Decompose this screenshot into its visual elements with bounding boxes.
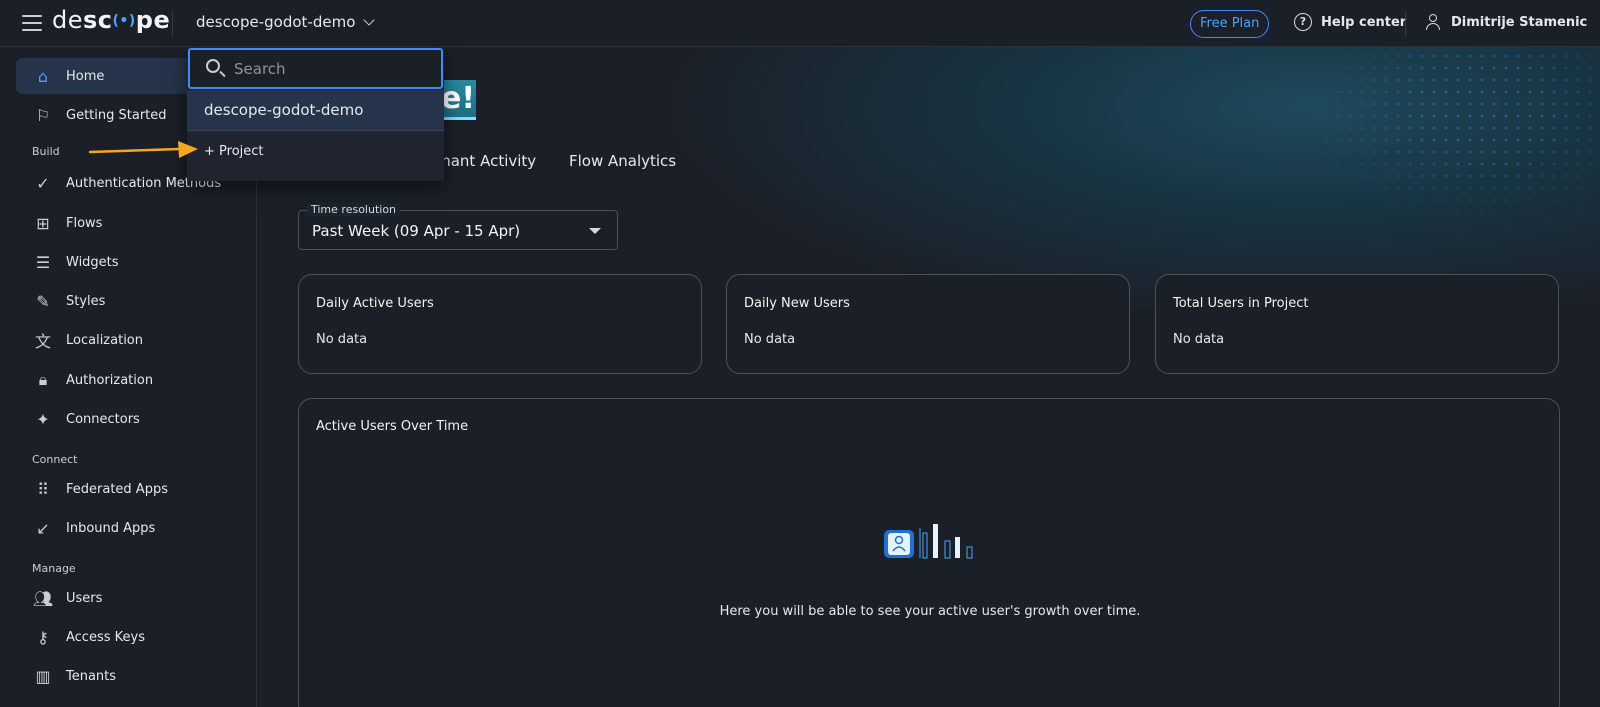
inbound-arrow-icon: ↙ [36,518,50,538]
card-title: Daily New Users [744,296,850,311]
flag-icon: ⚐ [35,105,51,125]
sidebar-item-label: Inbound Apps [66,520,156,536]
card-value: No data [1173,332,1225,347]
stat-card-daily-new-users: Daily New Users No data [726,274,1130,374]
brush-icon: ✎ [36,291,50,311]
divider [1405,11,1406,37]
sidebar-item-inbound-apps[interactable]: ↙ Inbound Apps [16,510,244,546]
sidebar-item-federated-apps[interactable]: ⠿ Federated Apps [16,471,244,507]
sidebar-item-label: Getting Started [66,107,167,123]
welcome-heading: e! [440,80,476,120]
project-dropdown: descope-godot-demo + Project [187,47,444,181]
sidebar-item-label: Flows [66,215,103,231]
user-check-icon: ✓ [36,173,50,193]
sidebar-item-label: Widgets [66,254,119,270]
user-menu[interactable]: Dimitrije Stamenic [1425,14,1587,30]
empty-state-text: Here you will be able to see your active… [719,604,1141,619]
sidebar-item-label: Tenants [66,668,117,684]
home-icon: ⌂ [37,66,49,86]
empty-chart-icon [884,524,973,559]
sidebar-item-users[interactable]: 👥︎ Users [16,580,244,616]
card-value: No data [316,332,368,347]
annotation-arrow-icon [88,141,198,158]
widgets-icon: ☰ [35,252,51,272]
key-icon: ⚷ [37,627,49,647]
sidebar-item-label: Users [66,590,103,606]
time-resolution-label: Time resolution [307,203,401,216]
descope-logo[interactable]: desc(•)pe [52,6,170,34]
top-bar: desc(•)pe descope-godot-demo Free Plan ?… [0,0,1600,47]
project-option[interactable]: descope-godot-demo [187,90,444,131]
card-value: No data [744,332,796,347]
sidebar-item-label: Home [66,68,105,84]
sidebar-item-label: Connectors [66,411,140,427]
sidebar-item-label: Federated Apps [66,481,168,497]
project-search-input[interactable] [234,58,424,80]
card-title: Total Users in Project [1173,296,1309,311]
section-label-connect: Connect [32,453,78,466]
lock-icon: 🔒︎ [38,370,48,389]
tab-flow-analytics[interactable]: Flow Analytics [569,152,676,170]
menu-icon[interactable] [22,15,42,31]
stat-card-daily-active-users: Daily Active Users No data [298,274,702,374]
help-center-link[interactable]: ? Help center [1294,13,1406,31]
user-icon [1425,14,1441,30]
help-center-label: Help center [1321,14,1407,30]
tab-tenant-activity[interactable]: enant Activity [432,152,536,170]
sidebar-item-access-keys[interactable]: ⚷ Access Keys [16,619,244,655]
project-search-box [188,48,443,89]
project-selector[interactable]: descope-godot-demo [196,13,376,31]
apps-grid-icon: ⠿ [37,479,49,499]
free-plan-button[interactable]: Free Plan [1190,10,1270,38]
card-title: Active Users Over Time [316,419,469,434]
sidebar-item-styles[interactable]: ✎ Styles [16,283,244,319]
add-project-button[interactable]: + Project [204,144,264,159]
sidebar-item-label: Authorization [66,372,154,388]
help-icon: ? [1294,13,1312,31]
search-icon [206,59,220,73]
puzzle-icon: ✦ [36,409,50,429]
sidebar-item-tenants[interactable]: ▥ Tenants [16,658,244,694]
caret-down-icon [589,228,601,234]
translate-icon: 文 [34,332,51,351]
sidebar-item-label: Access Keys [66,629,145,645]
section-label-manage: Manage [32,562,76,575]
sidebar-item-flows[interactable]: ⊞ Flows [16,205,244,241]
building-icon: ▥ [35,666,51,686]
dot-pattern-decoration [1260,50,1600,260]
flows-icon: ⊞ [36,213,50,233]
active-users-over-time-card: Active Users Over Time Here you will be … [298,398,1560,707]
stat-card-total-users: Total Users in Project No data [1155,274,1559,374]
sidebar-item-widgets[interactable]: ☰ Widgets [16,244,244,280]
chevron-down-icon [363,14,376,26]
time-resolution-select[interactable]: Time resolution Past Week (09 Apr - 15 A… [298,203,618,250]
time-resolution-value: Past Week (09 Apr - 15 Apr) [312,222,521,240]
sidebar-item-localization[interactable]: 文 Localization [16,322,244,358]
user-name: Dimitrije Stamenic [1451,14,1588,30]
sidebar-item-label: Localization [66,332,143,348]
project-name: descope-godot-demo [196,13,356,31]
sidebar-item-connectors[interactable]: ✦ Connectors [16,401,244,437]
divider [172,11,173,37]
users-icon: 👥︎ [32,588,54,608]
sidebar-item-label: Styles [66,293,106,309]
sidebar-item-authorization[interactable]: 🔒︎ Authorization [16,362,244,398]
section-label-build: Build [32,145,60,158]
card-title: Daily Active Users [316,296,434,311]
